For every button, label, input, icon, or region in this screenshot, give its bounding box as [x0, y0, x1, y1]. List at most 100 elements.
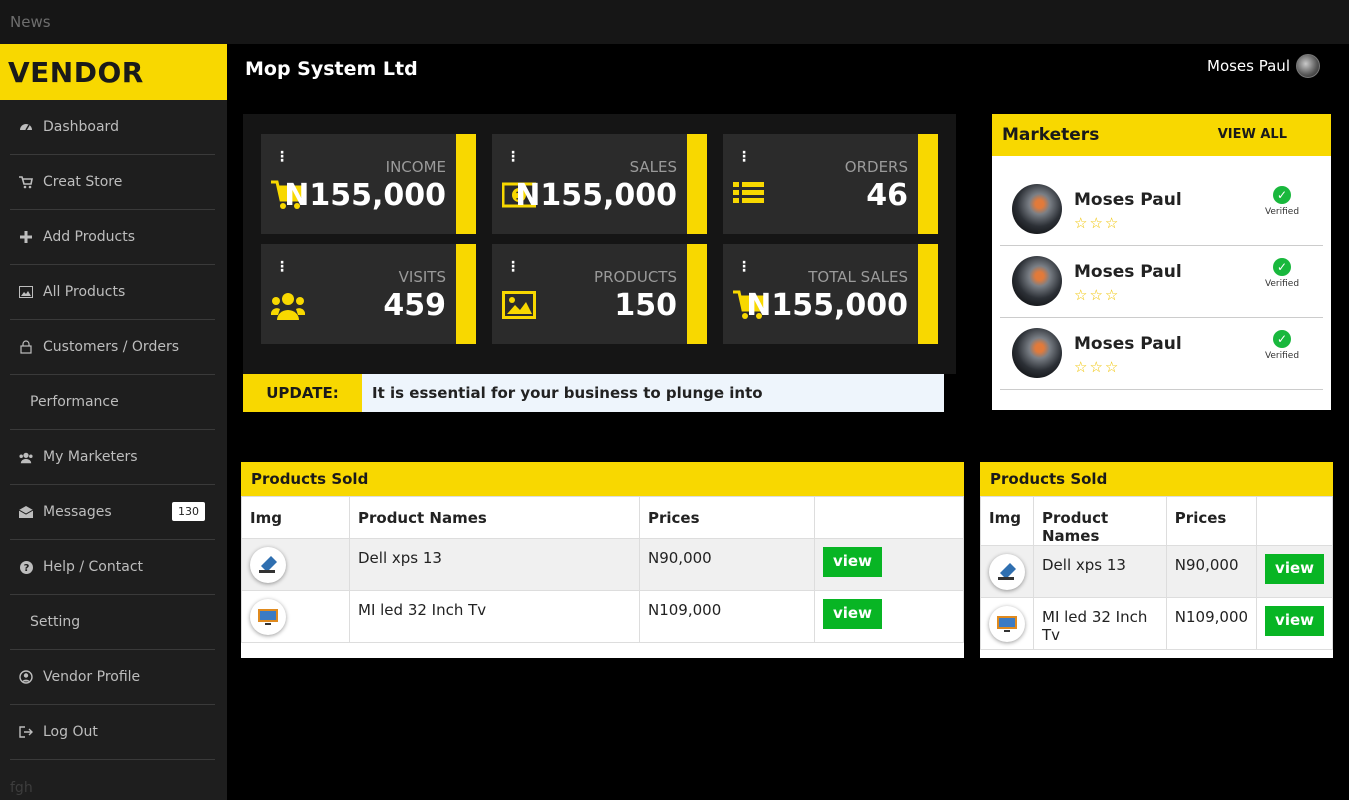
- card-accent-stripe: [456, 244, 476, 344]
- verified-label: Verified: [1264, 279, 1300, 289]
- more-options-icon[interactable]: ⋮: [737, 260, 751, 274]
- more-options-icon[interactable]: ⋮: [737, 150, 751, 164]
- card-accent-stripe: [918, 244, 938, 344]
- verified-label: Verified: [1264, 351, 1300, 361]
- sidebar-item-my-marketers[interactable]: My Marketers: [10, 430, 215, 485]
- stat-value: N155,000: [746, 288, 908, 323]
- table-header-bar: Products Sold: [241, 462, 964, 496]
- update-ticker: UPDATE: It is essential for your busines…: [243, 374, 944, 412]
- users-icon: [19, 450, 33, 464]
- sidebar-item-label: Add Products: [43, 229, 136, 245]
- sidebar-item-label: Log Out: [43, 724, 98, 740]
- marketer-name: Moses Paul: [1074, 262, 1182, 282]
- news-link[interactable]: News: [10, 13, 51, 31]
- column-header: Product Names: [1033, 496, 1167, 546]
- card-accent-stripe: [456, 134, 476, 234]
- stats-panel: ⋮ INCOME N155,000 ⋮ SALES 1 N155,000 ⋮ O…: [243, 114, 956, 374]
- table-title: Products Sold: [990, 470, 1108, 488]
- sidebar-nav: Dashboard Creat Store Add Products All P…: [10, 100, 215, 760]
- view-button[interactable]: view: [1265, 554, 1324, 584]
- avatar: [1012, 256, 1062, 306]
- star-rating: ☆☆☆: [1074, 286, 1121, 304]
- table-header-bar: Products Sold: [980, 462, 1333, 496]
- sidebar-item-setting[interactable]: Setting: [10, 595, 215, 650]
- product-image-cell: [241, 590, 350, 643]
- sidebar-item-label: Dashboard: [43, 119, 119, 135]
- column-header: Img: [980, 496, 1034, 546]
- cart-icon: [19, 175, 33, 189]
- view-button[interactable]: view: [1265, 606, 1324, 636]
- product-image-cell: [980, 597, 1034, 650]
- laptop-thumbnail: [250, 547, 286, 583]
- table-row: MI led 32 Inch Tv N109,000 view: [241, 590, 964, 643]
- stat-card-visits[interactable]: ⋮ VISITS 459: [261, 244, 476, 344]
- tv-thumbnail: [250, 599, 286, 635]
- list-icon: [733, 182, 764, 203]
- verified-badge: ✓ Verified: [1262, 258, 1302, 289]
- user-name: Moses Paul: [1207, 57, 1290, 75]
- dashboard-icon: [19, 120, 33, 134]
- sidebar-item-customers-orders[interactable]: Customers / Orders: [10, 320, 215, 375]
- messages-count-badge: 130: [172, 502, 205, 521]
- products-sold-table: Products Sold Img Product Names Prices D…: [241, 462, 964, 658]
- marketer-name: Moses Paul: [1074, 334, 1182, 354]
- check-circle-icon: ✓: [1273, 186, 1291, 204]
- marketer-row[interactable]: Moses Paul ☆☆☆ ✓ Verified: [1000, 318, 1323, 390]
- brand-text: VENDOR: [8, 56, 144, 89]
- update-tag: UPDATE:: [243, 374, 362, 412]
- more-options-icon[interactable]: ⋮: [275, 260, 289, 274]
- more-options-icon[interactable]: ⋮: [275, 150, 289, 164]
- sidebar-item-dashboard[interactable]: Dashboard: [10, 100, 215, 155]
- product-name: Dell xps 13: [1033, 545, 1167, 598]
- product-name: MI led 32 Inch Tv: [349, 590, 640, 643]
- column-header: Prices: [1165, 496, 1258, 546]
- view-button[interactable]: view: [823, 599, 882, 629]
- sidebar-item-vendor-profile[interactable]: Vendor Profile: [10, 650, 215, 705]
- sidebar-item-help-contact[interactable]: ? Help / Contact: [10, 540, 215, 595]
- update-message: It is essential for your business to plu…: [372, 384, 763, 402]
- sidebar-item-messages[interactable]: Messages 130: [10, 485, 215, 540]
- action-cell: view: [1256, 597, 1333, 650]
- sidebar-footer-text: fgh: [10, 780, 33, 796]
- sidebar-item-all-products[interactable]: All Products: [10, 265, 215, 320]
- stat-card-total-sales[interactable]: ⋮ TOTAL SALES N155,000: [723, 244, 938, 344]
- stat-card-sales[interactable]: ⋮ SALES 1 N155,000: [492, 134, 707, 234]
- stat-card-products[interactable]: ⋮ PRODUCTS 150: [492, 244, 707, 344]
- brand-logo[interactable]: VENDOR: [0, 44, 227, 100]
- more-options-icon[interactable]: ⋮: [506, 260, 520, 274]
- stat-value: 150: [614, 288, 677, 323]
- sidebar-item-log-out[interactable]: Log Out: [10, 705, 215, 760]
- card-accent-stripe: [687, 134, 707, 234]
- image-icon: [502, 291, 536, 319]
- plus-icon: [19, 230, 33, 244]
- svg-text:?: ?: [23, 563, 29, 574]
- product-price: N90,000: [1165, 545, 1258, 598]
- action-cell: view: [814, 538, 964, 591]
- column-header: [814, 496, 964, 539]
- action-cell: view: [814, 590, 964, 643]
- marketer-row[interactable]: Moses Paul ☆☆☆ ✓ Verified: [1000, 246, 1323, 318]
- star-rating: ☆☆☆: [1074, 358, 1121, 376]
- stat-card-orders[interactable]: ⋮ ORDERS 46: [723, 134, 938, 234]
- stat-card-income[interactable]: ⋮ INCOME N155,000: [261, 134, 476, 234]
- sidebar-item-performance[interactable]: Performance: [10, 375, 215, 430]
- products-sold-table-side: Products Sold Img Product Names Prices D…: [980, 462, 1333, 658]
- table-row: MI led 32 Inch Tv N109,000 view: [980, 597, 1333, 650]
- avatar: [1012, 184, 1062, 234]
- product-price: N109,000: [639, 590, 815, 643]
- lock-icon: [19, 340, 33, 354]
- marketer-row[interactable]: Moses Paul ☆☆☆ ✓ Verified: [1000, 174, 1323, 246]
- sidebar-item-add-products[interactable]: Add Products: [10, 210, 215, 265]
- avatar[interactable]: [1295, 54, 1320, 78]
- stat-value: 46: [866, 178, 908, 213]
- sidebar-item-creat-store[interactable]: Creat Store: [10, 155, 215, 210]
- product-name: Dell xps 13: [349, 538, 640, 591]
- stat-title: TOTAL SALES: [808, 268, 908, 286]
- check-circle-icon: ✓: [1273, 330, 1291, 348]
- more-options-icon[interactable]: ⋮: [506, 150, 520, 164]
- user-menu[interactable]: Moses Paul: [1207, 54, 1320, 78]
- view-all-link[interactable]: VIEW ALL: [1218, 127, 1287, 142]
- view-button[interactable]: view: [823, 547, 882, 577]
- product-price: N90,000: [639, 538, 815, 591]
- sidebar-item-label: All Products: [43, 284, 126, 300]
